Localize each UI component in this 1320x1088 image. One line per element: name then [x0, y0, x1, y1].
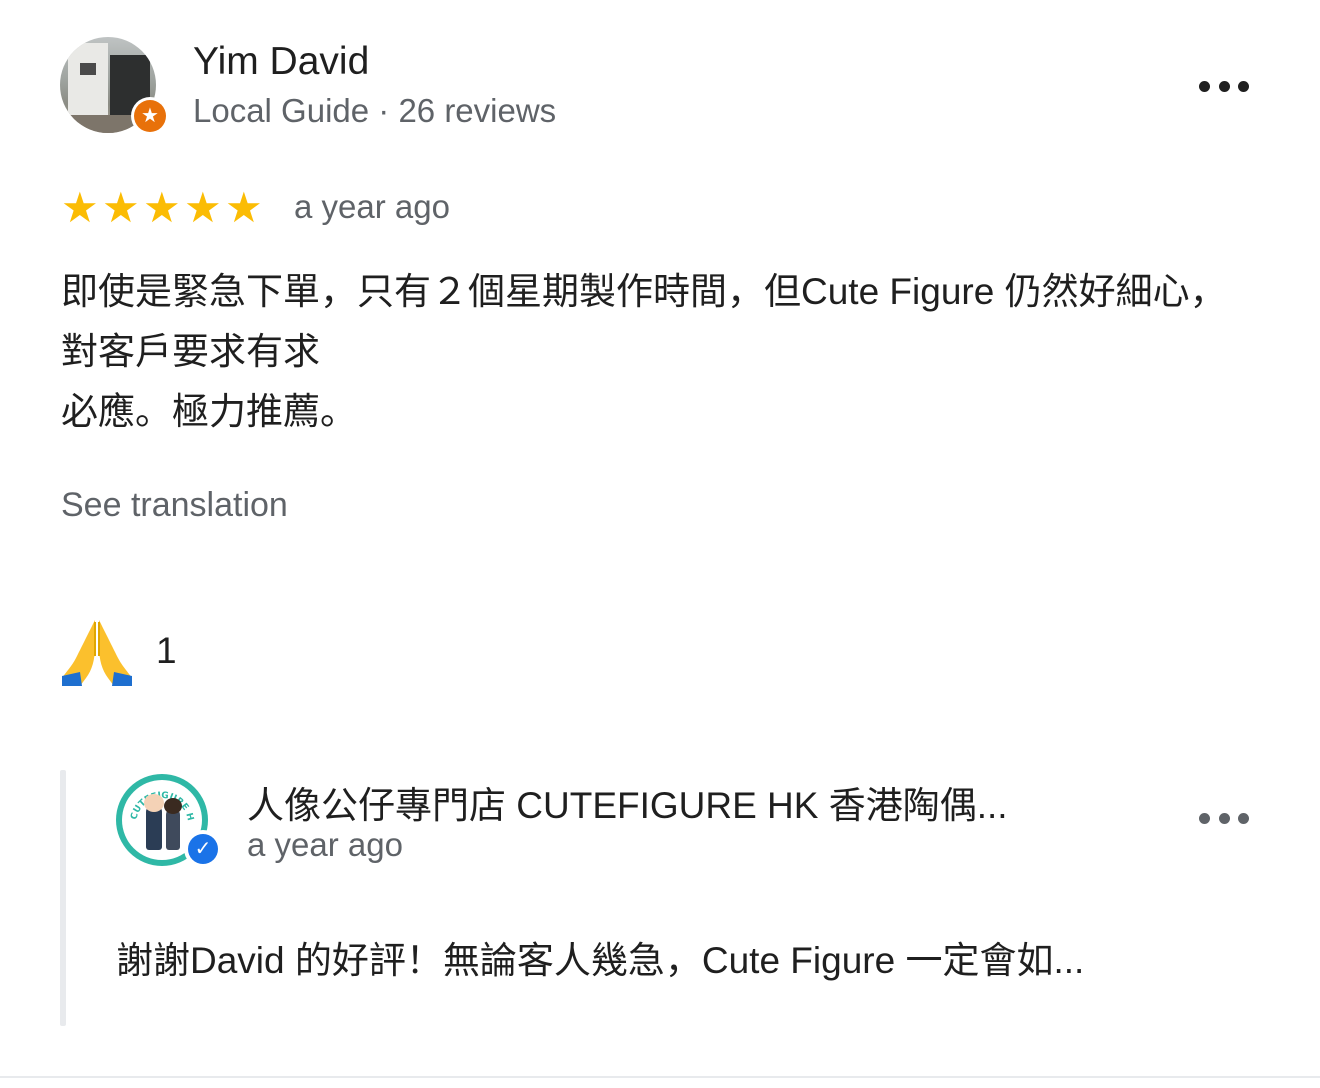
star-badge-icon: ★: [134, 100, 166, 132]
reply-text[interactable]: 謝謝David 的好評！無論客人幾急，Cute Figure 一定會如...: [116, 930, 1226, 984]
reply-more-options-button[interactable]: [1199, 808, 1249, 828]
verified-check-icon: ✓: [188, 834, 218, 864]
more-horizontal-icon-dot: [1199, 80, 1210, 92]
review-date: a year ago: [294, 188, 450, 225]
verified-badge: ✓: [184, 830, 222, 868]
folded-hands-icon[interactable]: [60, 616, 134, 686]
owner-avatar-figure: [166, 808, 180, 850]
local-guide-badge: ★: [131, 97, 169, 135]
divider: [0, 1076, 1320, 1078]
review-more-options-button[interactable]: [1199, 76, 1249, 96]
owner-name[interactable]: 人像公仔專門店 CUTEFIGURE HK 香港陶偶...: [247, 775, 1107, 829]
more-horizontal-icon-dot: [1238, 80, 1249, 92]
owner-avatar-figure-head: [164, 798, 182, 814]
reply-indent-bar: [60, 770, 66, 1026]
avatar-photo-building: [68, 43, 108, 121]
reviewer-meta: Local Guide · 26 reviews: [193, 92, 557, 129]
more-horizontal-icon-dot: [1218, 80, 1230, 92]
review-text: 即使是緊急下單，只有２個星期製作時間，但Cute Figure 仍然好細心，對客…: [61, 271, 1227, 432]
star-rating: ★ ★ ★ ★ ★: [61, 186, 264, 230]
more-horizontal-icon-dot: [1238, 812, 1249, 824]
star-icon: ★: [225, 184, 263, 231]
see-translation-link[interactable]: See translation: [61, 486, 288, 525]
reply-date: a year ago: [247, 826, 403, 863]
star-icon: ★: [143, 184, 181, 231]
star-icon: ★: [102, 184, 140, 231]
reviewer-name[interactable]: Yim David: [193, 40, 369, 84]
reaction-count: 1: [156, 630, 177, 671]
star-icon: ★: [61, 184, 99, 231]
more-horizontal-icon-dot: [1218, 812, 1230, 824]
star-icon: ★: [184, 184, 222, 231]
more-horizontal-icon-dot: [1199, 812, 1210, 824]
owner-avatar-figure-head: [144, 794, 164, 812]
avatar-photo-sign: [80, 63, 96, 75]
